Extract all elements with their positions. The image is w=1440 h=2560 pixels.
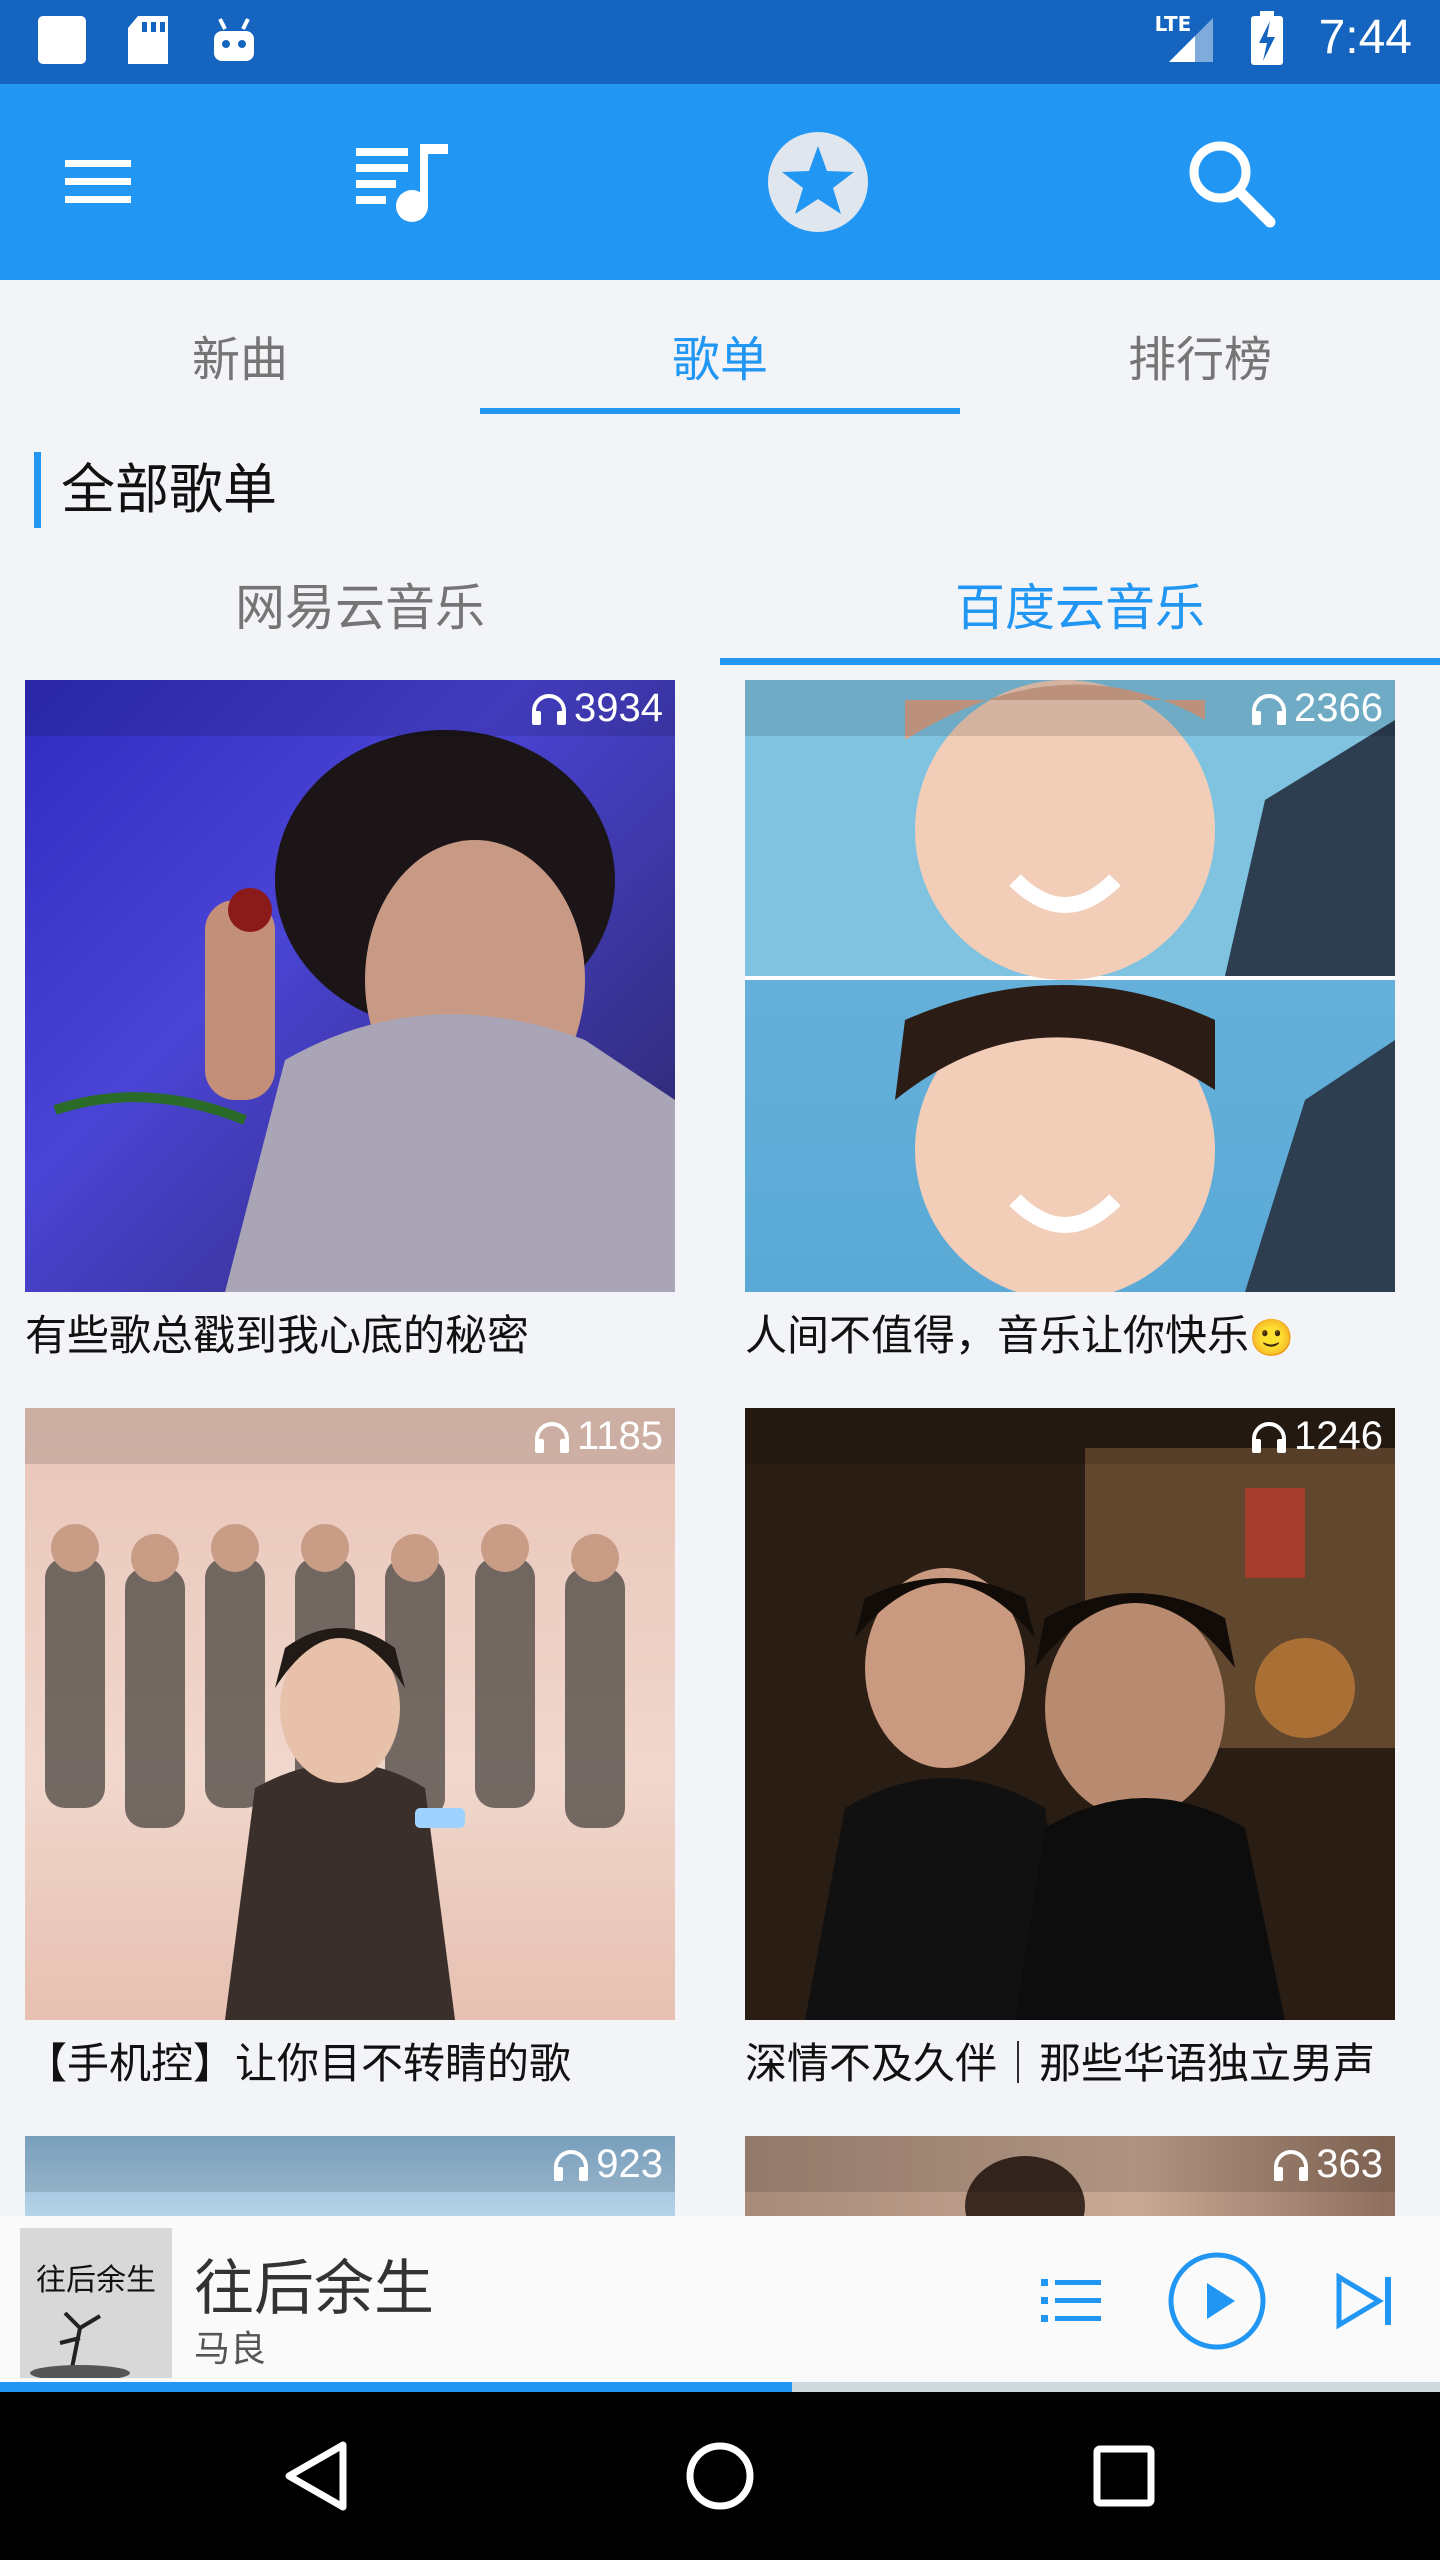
headphones-icon: [1252, 1421, 1287, 1453]
playlist-card[interactable]: 1246 深情不及久伴｜那些华语独立男声: [745, 1408, 1395, 2091]
home-circle-icon[interactable]: [670, 2426, 770, 2526]
album-art[interactable]: 往后余生: [20, 2228, 172, 2378]
network-type: LTE: [1154, 11, 1192, 36]
tab-playlists[interactable]: 歌单: [480, 280, 960, 420]
tab-baidu-music[interactable]: 百度云音乐: [720, 560, 1440, 666]
battery-charging-icon: [1241, 10, 1293, 65]
play-count: 1185: [533, 1414, 663, 1459]
playlist-cover: 3934: [25, 680, 675, 1292]
system-nav-bar: [0, 2392, 1440, 2560]
play-count: 923: [552, 2142, 663, 2187]
playlist-music-icon[interactable]: [352, 130, 456, 234]
status-bar: LTE 7:44: [0, 0, 1440, 84]
playlist-cover: 1246: [745, 1408, 1395, 2020]
playback-progress-fill: [0, 2382, 792, 2392]
toolbar: [0, 84, 1440, 280]
signal-icon: LTE: [1155, 12, 1215, 64]
play-button[interactable]: [1162, 2246, 1272, 2356]
playlist-cover: 2366: [745, 680, 1395, 1292]
play-count: 3934: [530, 686, 663, 731]
playlist-title: 有些歌总戳到我心底的秘密: [25, 1311, 530, 1360]
headphones-icon: [1274, 2149, 1309, 2181]
mini-player[interactable]: 往后余生 往后余生 马良: [0, 2216, 1440, 2382]
headphones-icon: [554, 2149, 589, 2181]
source-tabs: 网易云音乐 百度云音乐: [0, 560, 1440, 666]
playlist-card[interactable]: 923: [25, 2136, 675, 2216]
tab-charts[interactable]: 排行榜: [960, 280, 1440, 420]
tab-netease-music[interactable]: 网易云音乐: [0, 560, 720, 666]
playlist-card[interactable]: 3934 有些歌总戳到我心底的秘密: [25, 680, 675, 1363]
clock: 7:44: [1318, 11, 1412, 64]
song-artist: 马良: [194, 2329, 267, 2370]
playlist-card[interactable]: 2366 人间不值得，音乐让你快乐🙂: [745, 680, 1395, 1363]
playlist-queue-icon[interactable]: [1016, 2246, 1126, 2356]
main-tabs: 新曲 歌单 排行榜: [0, 280, 1440, 420]
playlist-cover: 1185: [25, 1408, 675, 2020]
headphones-icon: [534, 1421, 569, 1453]
playlist-cover: 363: [745, 2136, 1395, 2216]
album-art-title: 往后余生: [36, 2263, 156, 2298]
sd-card-icon: [122, 14, 174, 66]
playback-progress[interactable]: [0, 2382, 1440, 2392]
playlist-title: 人间不值得，音乐让你快乐🙂: [745, 1311, 1294, 1360]
square-notification-icon: [36, 14, 88, 66]
headphones-icon: [532, 693, 567, 725]
playlist-cover: 923: [25, 2136, 675, 2216]
next-track-icon[interactable]: [1310, 2246, 1420, 2356]
playlist-card[interactable]: 363: [745, 2136, 1395, 2216]
headphones-icon: [1252, 693, 1287, 725]
playlist-card[interactable]: 1185 【手机控】让你目不转睛的歌: [25, 1408, 675, 2091]
menu-icon[interactable]: [46, 130, 150, 234]
search-icon[interactable]: [1178, 130, 1282, 234]
recents-square-icon[interactable]: [1074, 2426, 1174, 2526]
favorite-star-icon[interactable]: [766, 130, 870, 234]
playlist-title: 【手机控】让你目不转睛的歌: [25, 2039, 572, 2088]
play-count: 1246: [1250, 1414, 1383, 1459]
play-count: 2366: [1250, 686, 1383, 731]
back-triangle-icon[interactable]: [266, 2426, 366, 2526]
tab-new-songs[interactable]: 新曲: [0, 280, 480, 420]
play-count: 363: [1272, 2142, 1383, 2187]
playlist-title: 深情不及久伴｜那些华语独立男声: [745, 2039, 1376, 2088]
android-icon: [208, 14, 260, 66]
smiley-emoji: 🙂: [1249, 1318, 1294, 1359]
section-title: 全部歌单: [34, 452, 277, 528]
song-title: 往后余生: [194, 2254, 434, 2324]
